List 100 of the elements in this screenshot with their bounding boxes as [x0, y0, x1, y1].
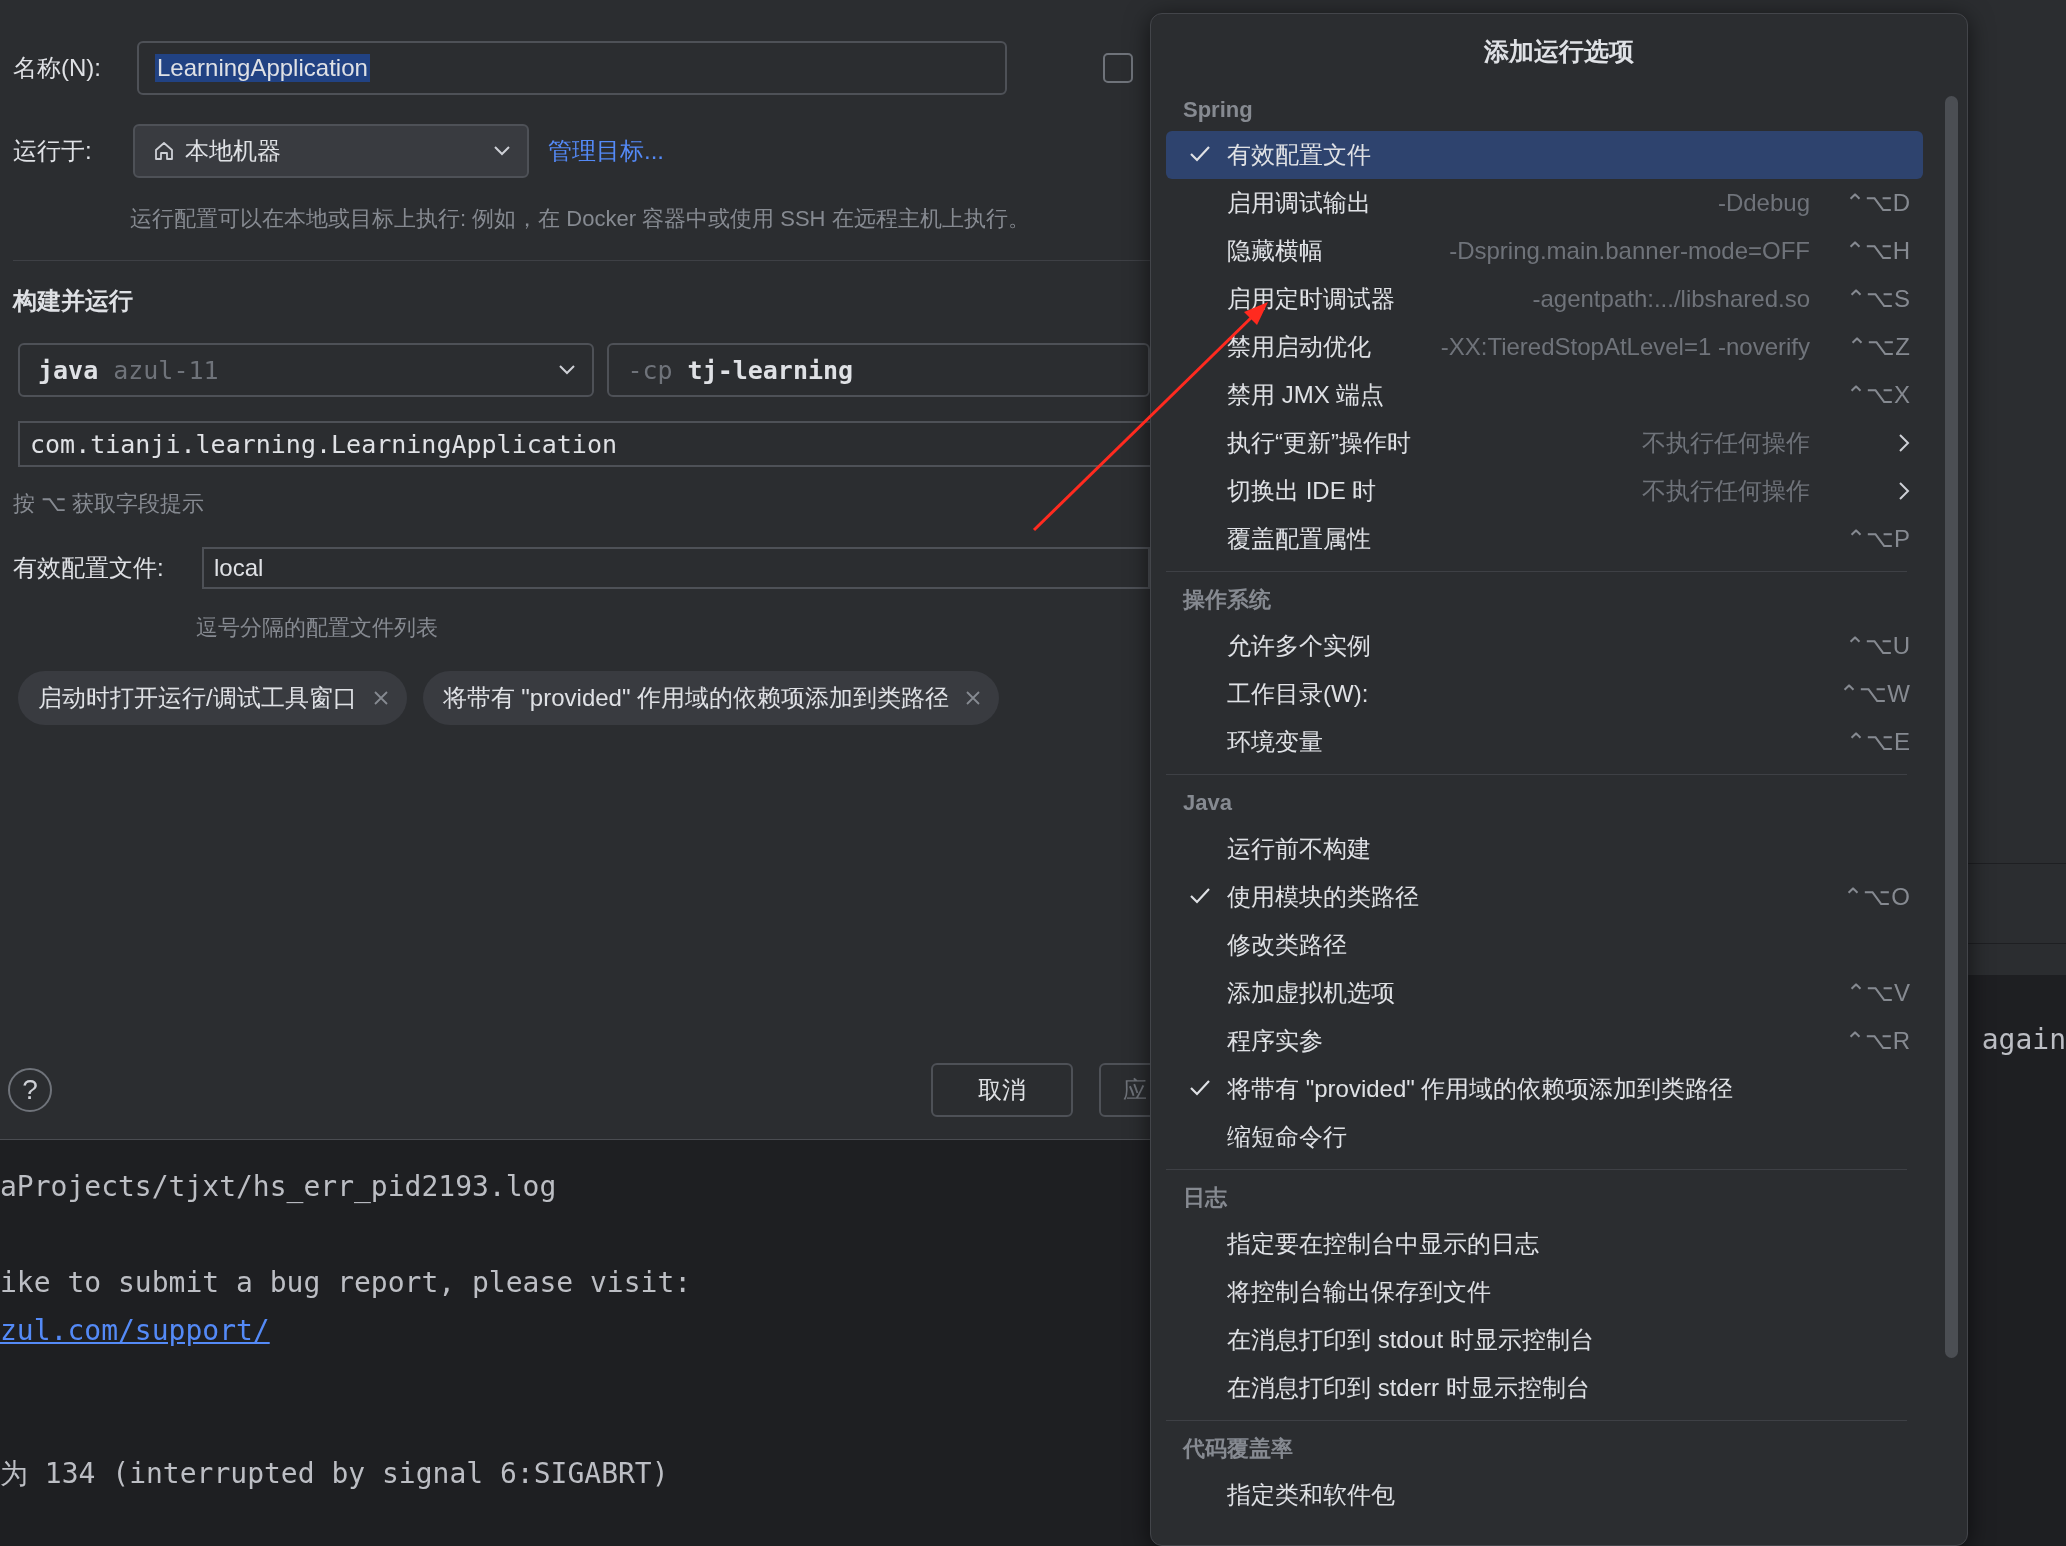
jre-dropdown[interactable]: java azul-11 [18, 343, 595, 397]
item-label: 覆盖配置属性 [1227, 524, 1371, 554]
name-text: LearningApplication [155, 54, 370, 82]
chip-label: 将带有 "provided" 作用域的依赖项添加到类路径 [442, 683, 950, 713]
menu-item[interactable]: 允许多个实例 ⌃⌥U [1166, 622, 1923, 670]
item-hint: -Dspring.main.banner-mode=OFF [1448, 237, 1810, 265]
item-label: 在消息打印到 stderr 时显示控制台 [1227, 1373, 1590, 1403]
name-field[interactable]: LearningApplication [137, 41, 1007, 95]
item-label: 允许多个实例 [1227, 631, 1371, 661]
help-text: 逗号分隔的配置文件列表 [196, 614, 439, 642]
shortcut: ⌃⌥D [1844, 189, 1910, 217]
item-label: 将带有 "provided" 作用域的依赖项添加到类路径 [1227, 1074, 1734, 1104]
menu-item[interactable]: 启用调试输出 -Ddebug ⌃⌥D [1166, 179, 1923, 227]
menu-item[interactable]: 环境变量 ⌃⌥E [1166, 718, 1923, 766]
shortcut: ⌃⌥V [1846, 979, 1910, 1007]
menu-item[interactable]: 修改类路径 [1166, 921, 1923, 969]
menu-item[interactable]: 添加虚拟机选项 ⌃⌥V [1166, 969, 1923, 1017]
popup-title: 添加运行选项 [1483, 36, 1635, 67]
classpath-field[interactable]: -cp tj-learning [607, 343, 1150, 397]
menu-item[interactable]: 指定要在控制台中显示的日志 [1166, 1220, 1923, 1268]
console-text: aProjects/tjxt/hs_err_pid2193.log [0, 1169, 557, 1203]
cancel-button[interactable]: 取消 [931, 1063, 1073, 1117]
item-label: 环境变量 [1227, 727, 1323, 757]
profiles-field[interactable]: local [202, 547, 1150, 589]
help-text: 按 ⌥ 获取字段提示 [13, 490, 206, 518]
menu-item[interactable]: 缩短命令行 [1166, 1113, 1923, 1161]
console-text: again [1981, 1023, 2066, 1056]
shortcut: ⌃⌥E [1846, 728, 1910, 756]
target-dropdown[interactable]: 本地机器 [133, 124, 529, 178]
chevron-down-icon [493, 145, 511, 157]
section-header: 代码覆盖率 [1181, 1435, 1294, 1463]
section-header: Spring [1182, 96, 1254, 124]
shortcut: ⌃⌥W [1839, 680, 1910, 708]
section-header: Java [1182, 789, 1233, 817]
menu-item[interactable]: 在消息打印到 stdout 时显示控制台 [1166, 1316, 1923, 1364]
console-text: 为 134 (interrupted by signal 6:SIGABRT) [0, 1456, 669, 1492]
shortcut: ⌃⌥P [1846, 525, 1910, 553]
help-button[interactable]: ? [8, 1068, 52, 1112]
menu-item[interactable]: 将带有 "provided" 作用域的依赖项添加到类路径 [1166, 1065, 1923, 1113]
item-label: 工作目录(W): [1227, 679, 1369, 709]
item-hint: -Ddebug [1716, 189, 1810, 217]
shortcut: ⌃⌥U [1844, 632, 1910, 660]
menu-item[interactable]: 切换出 IDE 时 不执行任何操作 [1166, 467, 1923, 515]
item-label: 在消息打印到 stdout 时显示控制台 [1227, 1325, 1594, 1355]
menu-item[interactable]: 覆盖配置属性 ⌃⌥P [1166, 515, 1923, 563]
item-label: 程序实参 [1227, 1026, 1323, 1056]
console-link[interactable]: zul.com/support/ [0, 1313, 270, 1347]
item-label: 修改类路径 [1227, 930, 1347, 960]
item-label: 执行“更新”操作时 [1227, 428, 1411, 458]
shortcut: ⌃⌥S [1846, 285, 1910, 313]
shortcut: ⌃⌥O [1843, 883, 1910, 911]
close-icon[interactable] [965, 690, 982, 706]
field-label: 有效配置文件: [13, 553, 165, 583]
menu-item[interactable]: 禁用启动优化 -XX:TieredStopAtLevel=1 -noverify ⌃⌥Z [1166, 323, 1923, 371]
checkbox[interactable] [1103, 53, 1133, 83]
menu-item[interactable]: 使用模块的类路径 ⌃⌥O [1166, 873, 1923, 921]
item-label: 启用调试输出 [1227, 188, 1371, 218]
item-label: 隐藏横幅 [1227, 236, 1323, 266]
menu-item[interactable]: 启用定时调试器 -agentpath:.../libshared.so ⌃⌥S [1166, 275, 1923, 323]
scrollbar-thumb[interactable] [1945, 96, 1958, 1358]
section-header: 日志 [1182, 1184, 1228, 1212]
section-header: 操作系统 [1181, 586, 1272, 614]
item-hint: -XX:TieredStopAtLevel=1 -noverify [1439, 333, 1810, 361]
main-class-field[interactable]: com.tianji.learning.LearningApplication [18, 421, 1150, 467]
item-label: 添加虚拟机选项 [1227, 978, 1395, 1008]
shortcut: ⌃⌥R [1844, 1027, 1910, 1055]
menu-item[interactable]: 在消息打印到 stderr 时显示控制台 [1166, 1364, 1923, 1412]
item-label: 启用定时调试器 [1227, 284, 1395, 314]
item-hint: -agentpath:.../libshared.so [1531, 285, 1810, 313]
menu-item[interactable]: 将控制台输出保存到文件 [1166, 1268, 1923, 1316]
shortcut: ⌃⌥Z [1847, 333, 1910, 361]
menu-item[interactable]: 禁用 JMX 端点 ⌃⌥X [1166, 371, 1923, 419]
item-label: 缩短命令行 [1227, 1122, 1347, 1152]
item-label: 将控制台输出保存到文件 [1227, 1277, 1491, 1307]
menu-item[interactable]: 指定类和软件包 [1166, 1471, 1923, 1519]
menu-item[interactable]: 程序实参 ⌃⌥R [1166, 1017, 1923, 1065]
close-icon[interactable] [372, 690, 389, 706]
menu-item[interactable]: 工作目录(W): ⌃⌥W [1166, 670, 1923, 718]
menu-item[interactable]: 隐藏横幅 -Dspring.main.banner-mode=OFF ⌃⌥H [1166, 227, 1923, 275]
item-label: 切换出 IDE 时 [1227, 476, 1377, 506]
help-text: 运行配置可以在本地或目标上执行: 例如，在 Docker 容器中或使用 SSH 在远程主机上执行。 [130, 205, 1031, 233]
item-label: 使用模块的类路径 [1227, 882, 1419, 912]
shortcut: ⌃⌥H [1844, 237, 1910, 265]
menu-item[interactable]: 运行前不构建 [1166, 825, 1923, 873]
field-label: 运行于: [13, 136, 93, 166]
item-label: 指定要在控制台中显示的日志 [1227, 1229, 1539, 1259]
item-label: 禁用 JMX 端点 [1227, 380, 1385, 410]
manage-targets-link[interactable]: 管理目标... [548, 135, 664, 167]
section-title: 构建并运行 [13, 286, 134, 316]
chevron-down-icon [558, 364, 577, 376]
menu-item[interactable]: 有效配置文件 [1166, 131, 1923, 179]
item-label: 禁用启动优化 [1227, 332, 1371, 362]
item-label: 指定类和软件包 [1227, 1480, 1395, 1510]
item-label: 有效配置文件 [1227, 140, 1371, 170]
console-text: ike to submit a bug report, please visit: [0, 1265, 692, 1299]
item-hint: 不执行任何操作 [1641, 476, 1810, 506]
menu-item[interactable]: 执行“更新”操作时 不执行任何操作 [1166, 419, 1923, 467]
shortcut: ⌃⌥X [1846, 381, 1910, 409]
field-label: 名称(N): [13, 53, 102, 83]
item-hint: 不执行任何操作 [1641, 428, 1810, 458]
